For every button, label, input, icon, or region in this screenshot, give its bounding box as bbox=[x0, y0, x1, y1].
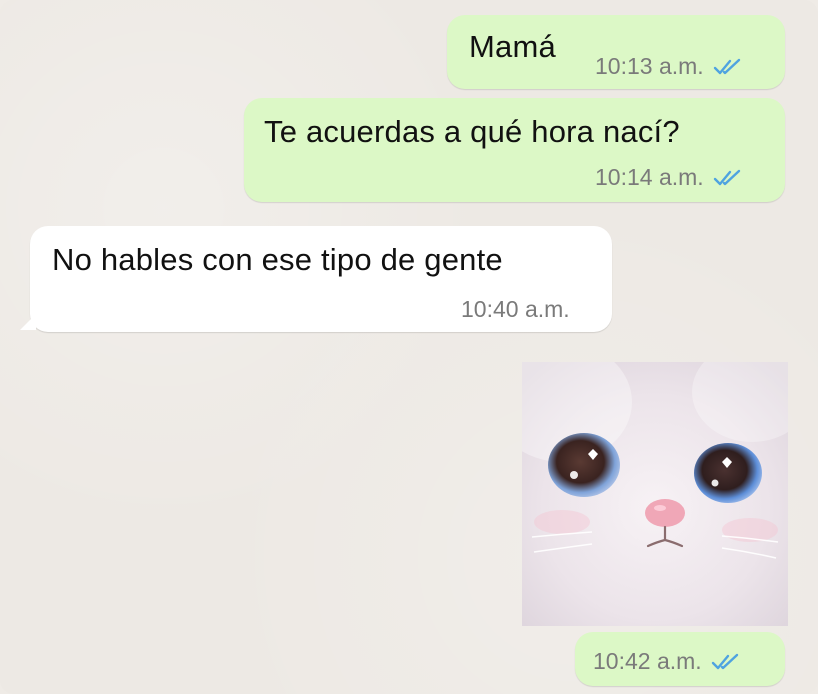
message-time: 10:14 a.m. bbox=[595, 164, 704, 190]
message-time: 10:40 a.m. bbox=[461, 296, 570, 322]
image-meta-bubble[interactable]: 10:42 a.m. bbox=[575, 632, 785, 686]
message-meta: 10:42 a.m. bbox=[593, 648, 742, 675]
message-time: 10:13 a.m. bbox=[595, 53, 704, 79]
kitten-sticker-image[interactable] bbox=[522, 362, 788, 626]
message-meta: 10:40 a.m. bbox=[461, 296, 570, 323]
message-meta: 10:13 a.m. bbox=[595, 53, 744, 80]
message-text: Te acuerdas a qué hora nací? bbox=[264, 114, 680, 149]
message-text: No hables con ese tipo de gente bbox=[52, 242, 503, 277]
bubble-tail bbox=[20, 314, 36, 330]
chat-window: Mamá 10:13 a.m. Te acuerdas a qué hora n… bbox=[0, 0, 818, 694]
message-meta: 10:14 a.m. bbox=[595, 164, 744, 191]
message-time: 10:42 a.m. bbox=[593, 648, 702, 674]
double-check-icon bbox=[710, 652, 742, 672]
double-check-icon bbox=[712, 57, 744, 77]
message-bubble-incoming[interactable]: No hables con ese tipo de gente 10:40 a.… bbox=[30, 226, 612, 332]
double-check-icon bbox=[712, 168, 744, 188]
message-text: Mamá bbox=[469, 29, 556, 64]
message-bubble-outgoing[interactable]: Mamá 10:13 a.m. bbox=[447, 15, 785, 89]
message-bubble-outgoing[interactable]: Te acuerdas a qué hora nací? 10:14 a.m. bbox=[244, 98, 785, 202]
